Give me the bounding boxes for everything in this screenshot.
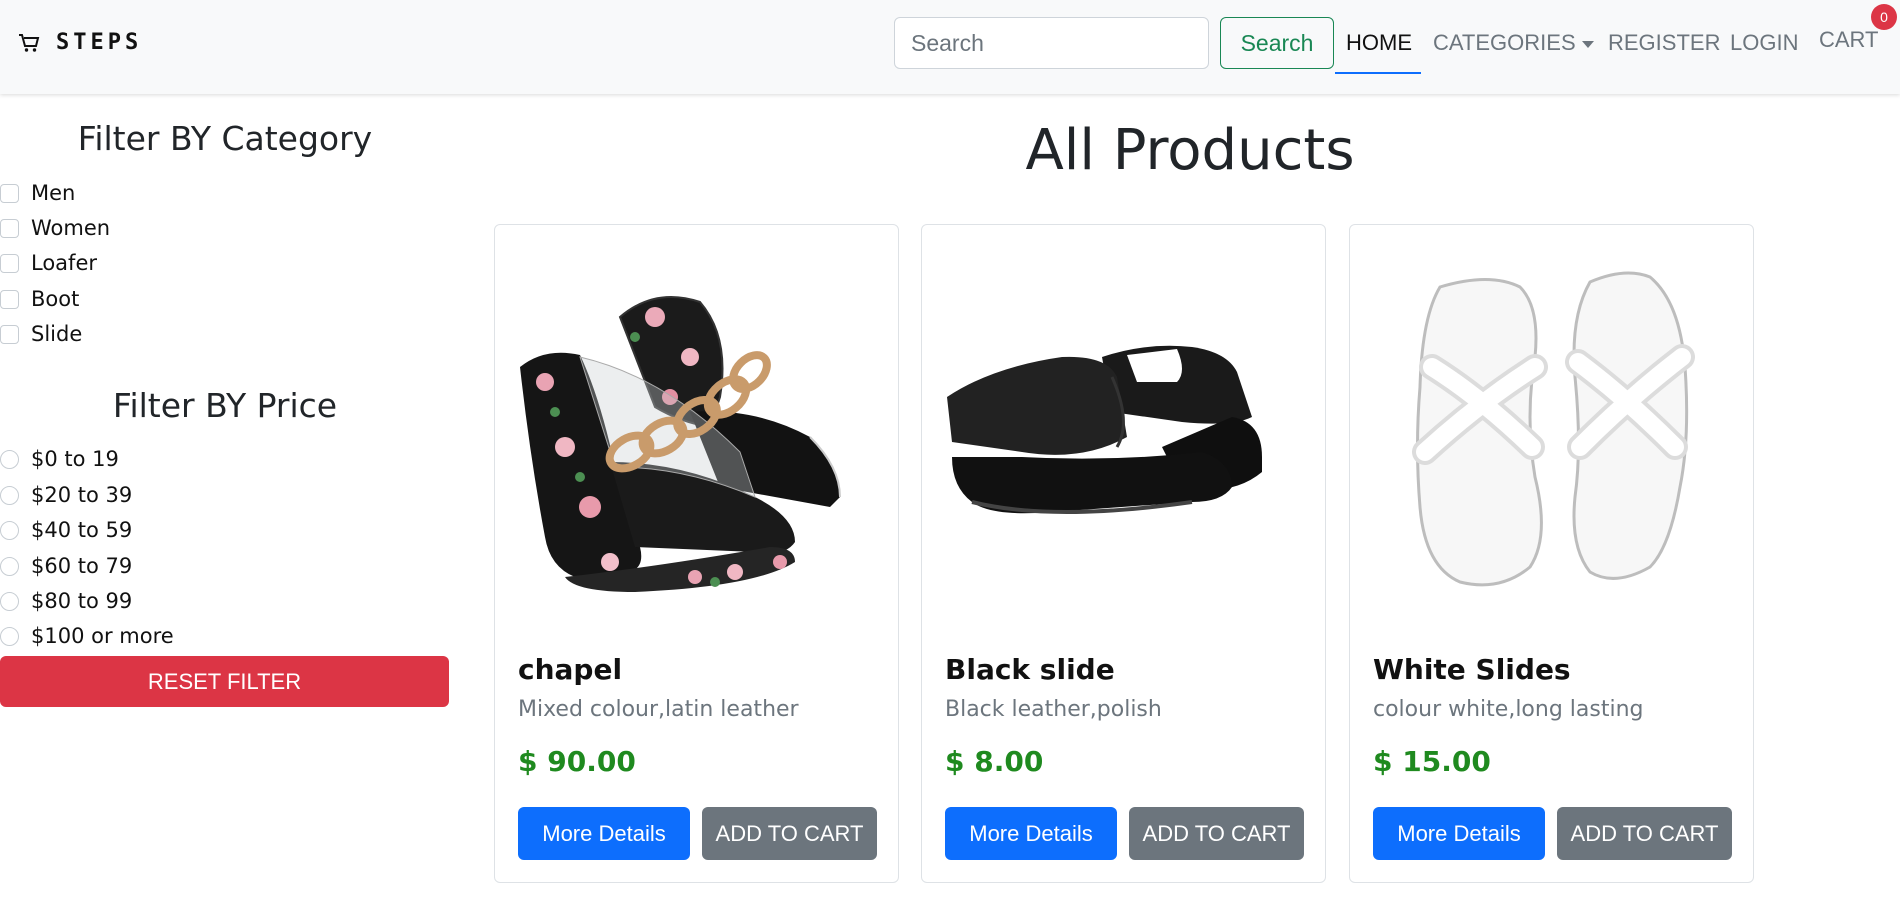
category-option-loafer[interactable]: Loafer xyxy=(0,251,97,275)
price-label: $20 to 39 xyxy=(31,483,133,507)
checkbox[interactable] xyxy=(0,218,19,238)
more-details-button[interactable]: More Details xyxy=(945,807,1117,860)
product-image-white-slides[interactable] xyxy=(1360,247,1745,627)
nav-register[interactable]: REGISTER xyxy=(1608,30,1720,56)
price-label: $60 to 79 xyxy=(31,554,133,578)
navbar: STEPS Search HOME CATEGORIES REGISTER LO… xyxy=(0,0,1900,94)
product-image-black-slides[interactable] xyxy=(932,247,1317,627)
caret-down-icon xyxy=(1581,40,1594,48)
add-to-cart-button[interactable]: ADD TO CART xyxy=(702,807,877,860)
category-option-men[interactable]: Men xyxy=(0,181,75,205)
add-to-cart-button[interactable]: ADD TO CART xyxy=(1129,807,1304,860)
category-option-boot[interactable]: Boot xyxy=(0,287,79,311)
radio-button[interactable] xyxy=(0,520,19,540)
checkbox[interactable] xyxy=(0,289,19,309)
product-price: $ 8.00 xyxy=(945,745,1044,778)
nav-categories-label: CATEGORIES xyxy=(1433,30,1576,55)
radio-button[interactable] xyxy=(0,485,19,505)
price-option-60-79[interactable]: $60 to 79 xyxy=(0,554,132,578)
page-title: All Products xyxy=(1025,118,1355,183)
nav-login[interactable]: LOGIN xyxy=(1730,30,1798,56)
radio-button[interactable] xyxy=(0,626,19,646)
cart-icon xyxy=(18,33,40,53)
price-option-40-59[interactable]: $40 to 59 xyxy=(0,518,132,542)
checkbox[interactable] xyxy=(0,183,19,203)
more-details-button[interactable]: More Details xyxy=(1373,807,1545,860)
category-label: Women xyxy=(31,216,111,240)
cart-count-badge: 0 xyxy=(1871,4,1897,30)
product-price: $ 90.00 xyxy=(518,745,636,778)
category-filter-title: Filter BY Category xyxy=(77,119,373,158)
category-label: Boot xyxy=(31,287,80,311)
price-option-80-99[interactable]: $80 to 99 xyxy=(0,589,132,613)
price-label: $0 to 19 xyxy=(31,447,119,471)
price-filter-title: Filter BY Price xyxy=(112,386,338,425)
nav-cart[interactable]: CART xyxy=(1819,27,1879,53)
product-card: chapel Mixed colour,latin leather $ 90.0… xyxy=(494,224,899,883)
add-to-cart-button[interactable]: ADD TO CART xyxy=(1557,807,1732,860)
nav-categories[interactable]: CATEGORIES xyxy=(1433,30,1594,56)
price-option-100-plus[interactable]: $100 or more xyxy=(0,624,174,648)
category-label: Men xyxy=(31,181,76,205)
radio-button[interactable] xyxy=(0,591,19,611)
reset-filter-button[interactable]: RESET FILTER xyxy=(0,656,449,707)
checkbox[interactable] xyxy=(0,324,19,344)
product-name: Black slide xyxy=(945,653,1115,686)
price-label: $100 or more xyxy=(31,624,174,648)
product-description: Black leather,polish xyxy=(945,697,1162,722)
brand-name: STEPS xyxy=(56,30,143,55)
category-option-slide[interactable]: Slide xyxy=(0,322,82,346)
price-option-20-39[interactable]: $20 to 39 xyxy=(0,483,132,507)
product-card: Black slide Black leather,polish $ 8.00 … xyxy=(921,224,1326,883)
radio-button[interactable] xyxy=(0,556,19,576)
category-label: Loafer xyxy=(31,251,97,275)
price-option-0-19[interactable]: $0 to 19 xyxy=(0,447,119,471)
price-label: $40 to 59 xyxy=(31,518,133,542)
category-option-women[interactable]: Women xyxy=(0,216,110,240)
brand[interactable]: STEPS xyxy=(18,30,142,55)
search-button[interactable]: Search xyxy=(1220,17,1334,69)
product-name: White Slides xyxy=(1373,653,1571,686)
more-details-button[interactable]: More Details xyxy=(518,807,690,860)
product-card: White Slides colour white,long lasting $… xyxy=(1349,224,1754,883)
product-name: chapel xyxy=(518,653,623,686)
product-price: $ 15.00 xyxy=(1373,745,1491,778)
product-description: colour white,long lasting xyxy=(1373,697,1644,722)
checkbox[interactable] xyxy=(0,253,19,273)
active-nav-indicator xyxy=(1335,72,1421,74)
product-image-floral-wedge-sandals[interactable] xyxy=(505,247,890,627)
category-label: Slide xyxy=(31,322,83,346)
nav-home[interactable]: HOME xyxy=(1346,30,1412,56)
product-description: Mixed colour,latin leather xyxy=(518,697,799,722)
search-input[interactable] xyxy=(894,17,1209,69)
radio-button[interactable] xyxy=(0,449,19,469)
price-label: $80 to 99 xyxy=(31,589,133,613)
